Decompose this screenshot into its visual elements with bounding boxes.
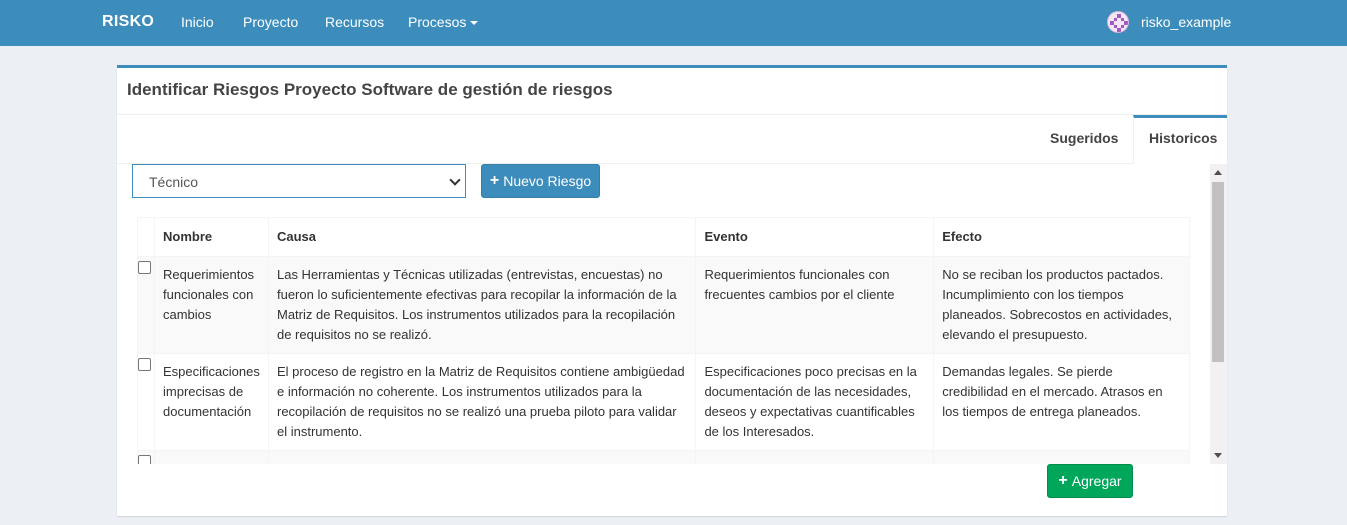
scrollbar-thumb[interactable]	[1212, 182, 1224, 362]
vertical-scrollbar[interactable]	[1210, 164, 1227, 464]
top-navbar: RISKO Inicio Proyecto Recursos Procesos …	[0, 0, 1347, 46]
tab-sugeridos[interactable]: Sugeridos	[1050, 130, 1118, 146]
row-select-cell	[137, 353, 155, 451]
tab-historicos[interactable]: Historicos	[1149, 130, 1217, 146]
user-menu[interactable]: risko_example	[1107, 11, 1231, 33]
nav-recursos[interactable]: Recursos	[325, 14, 384, 30]
category-select-value: Técnico	[149, 174, 199, 190]
table-row	[137, 450, 1190, 464]
identify-risks-panel: Identificar Riesgos Proyecto Software de…	[117, 65, 1227, 516]
plus-icon: +	[489, 172, 500, 189]
header-evento: Evento	[695, 217, 935, 257]
cell-causa: Las Herramientas y Técnicas utilizadas (…	[267, 256, 697, 354]
panel-title: Identificar Riesgos Proyecto Software de…	[127, 80, 613, 99]
cell-nombre	[154, 450, 269, 464]
row-checkbox[interactable]	[138, 358, 151, 371]
nav-procesos-label: Procesos	[408, 14, 467, 30]
nav-proyecto[interactable]: Proyecto	[243, 14, 298, 30]
user-avatar-icon	[1107, 11, 1129, 33]
row-checkbox[interactable]	[138, 455, 151, 464]
risks-table: Nombre Causa Evento Efecto Requerimiento…	[137, 217, 1190, 464]
scroll-down-arrow-icon[interactable]	[1214, 453, 1222, 458]
add-label: Agregar	[1071, 473, 1122, 489]
header-divider	[117, 114, 1227, 115]
cell-causa: El proceso de registro en la Matriz de R…	[267, 353, 697, 451]
new-risk-button[interactable]: + Nuevo Riesgo	[481, 164, 600, 198]
header-causa: Causa	[267, 217, 697, 257]
brand-logo[interactable]: RISKO	[102, 13, 154, 31]
nav-inicio[interactable]: Inicio	[181, 14, 214, 30]
add-button[interactable]: + Agregar	[1047, 464, 1133, 498]
cell-nombre: Requerimientos funcionales con cambios	[154, 256, 269, 354]
cell-evento: Requerimientos funcionales con frecuente…	[695, 256, 935, 354]
cell-evento	[695, 450, 935, 464]
row-select-cell	[137, 450, 155, 464]
tab-content-scroll-area[interactable]: Técnico + Nuevo Riesgo Nombre Causa Even…	[117, 164, 1227, 464]
caret-down-icon	[470, 21, 479, 26]
scroll-up-arrow-icon[interactable]	[1214, 170, 1222, 175]
header-efecto: Efecto	[933, 217, 1190, 257]
row-checkbox[interactable]	[138, 261, 151, 274]
nav-procesos-dropdown[interactable]: Procesos	[408, 14, 479, 30]
cell-causa	[267, 450, 697, 464]
row-select-cell	[137, 256, 155, 354]
table-row: Requerimientos funcionales con cambios L…	[137, 256, 1190, 354]
username-label: risko_example	[1141, 14, 1232, 30]
cell-efecto: Demandas legales. Se pierde credibilidad…	[933, 353, 1190, 451]
cell-efecto	[933, 450, 1190, 464]
header-nombre: Nombre	[154, 217, 269, 257]
header-checkbox-cell	[137, 217, 155, 257]
plus-icon: +	[1058, 472, 1068, 489]
table-header-row: Nombre Causa Evento Efecto	[137, 217, 1190, 257]
chevron-down-icon	[449, 174, 461, 186]
category-select[interactable]: Técnico	[132, 164, 466, 198]
cell-efecto: No se reciban los productos pactados. In…	[933, 256, 1190, 354]
cell-evento: Especificaciones poco precisas en la doc…	[695, 353, 935, 451]
new-risk-label: Nuevo Riesgo	[503, 173, 592, 189]
cell-nombre: Especificaciones imprecisas de documenta…	[154, 353, 269, 451]
table-row: Especificaciones imprecisas de documenta…	[137, 353, 1190, 451]
